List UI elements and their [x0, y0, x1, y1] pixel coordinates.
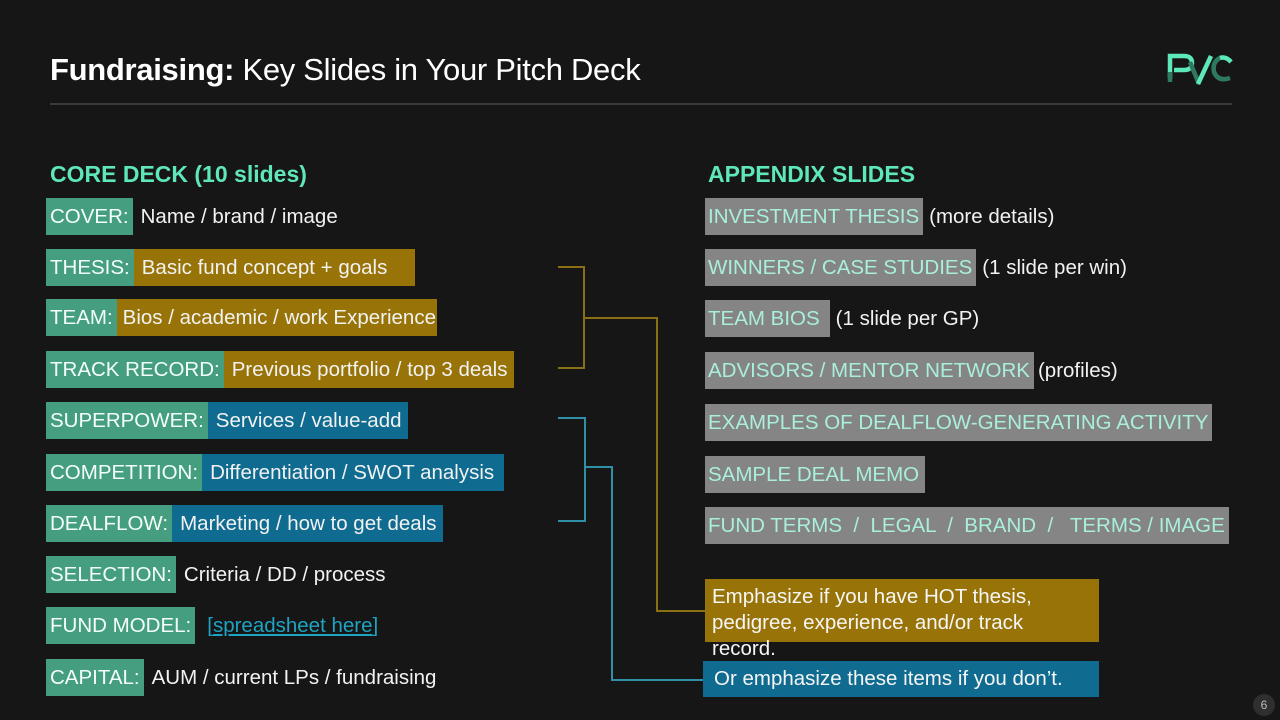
gold-connector	[584, 317, 705, 612]
page-number: 6	[1253, 694, 1275, 716]
blue-connector	[585, 466, 703, 681]
callout-gold: Emphasize if you have HOT thesis, pedigr…	[705, 579, 1099, 660]
gold-bracket-group	[558, 266, 585, 369]
blue-bracket	[558, 417, 703, 681]
callout-blue: Or emphasize these items if you don’t.	[703, 661, 1099, 697]
gold-bracket	[558, 266, 705, 612]
blue-bracket-group	[558, 417, 586, 522]
